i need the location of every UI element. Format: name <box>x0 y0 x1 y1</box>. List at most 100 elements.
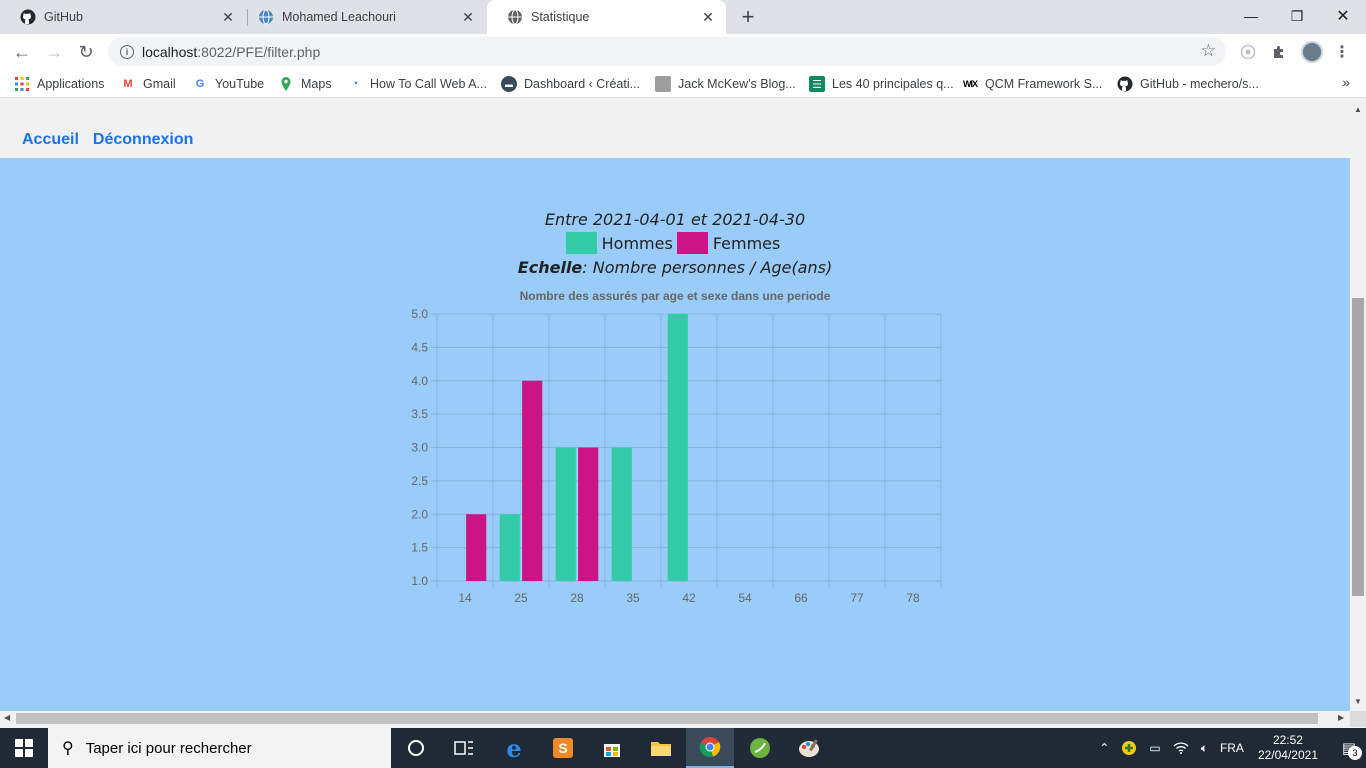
scroll-down-arrow-icon[interactable]: ▼ <box>1354 697 1362 706</box>
bar-hommes-35 <box>611 447 632 581</box>
y-tick-label: 4.5 <box>411 340 428 354</box>
cortana-icon[interactable] <box>392 728 440 768</box>
bookmark-web-api[interactable]: ◔ How To Call Web A... <box>347 74 487 94</box>
tab-statistique[interactable]: Statistique ✕ <box>487 0 726 34</box>
task-view-icon[interactable] <box>440 728 488 768</box>
new-tab-button[interactable]: + <box>736 5 760 29</box>
close-window-icon[interactable]: ✕ <box>1320 0 1366 32</box>
chrome-icon[interactable] <box>686 728 734 768</box>
page-viewport: Accueil Déconnexion Entre 2021-04-01 et … <box>0 101 1350 711</box>
github-icon <box>20 9 36 25</box>
legend-label-femmes: Femmes <box>712 233 781 253</box>
scroll-up-arrow-icon[interactable]: ▲ <box>1354 105 1362 114</box>
bookmarks-bar: Applications M Gmail G YouTube Maps ◔ Ho… <box>0 70 1366 98</box>
x-tick-label: 28 <box>570 591 584 605</box>
scroll-right-arrow-icon[interactable]: ▶ <box>1338 713 1344 722</box>
legend-label-hommes: Hommes <box>601 233 673 253</box>
bookmark-qcm[interactable]: WIX QCM Framework S... <box>962 74 1102 94</box>
horizontal-scroll-thumb[interactable] <box>16 713 1318 724</box>
update-badge-icon[interactable] <box>1121 740 1137 756</box>
close-icon[interactable]: ✕ <box>460 9 476 25</box>
puzzle-icon[interactable] <box>1268 41 1290 63</box>
wix-icon: WIX <box>963 79 978 89</box>
minimize-icon[interactable]: — <box>1228 0 1274 32</box>
forward-icon[interactable]: → <box>40 38 68 66</box>
x-tick-label: 42 <box>682 591 696 605</box>
back-icon[interactable]: ← <box>8 38 36 66</box>
sublime-text-icon[interactable]: S <box>539 728 587 768</box>
profile-avatar[interactable] <box>1301 41 1323 63</box>
address-bar[interactable]: i localhost:8022/PFE/filter.php ☆ <box>108 37 1226 66</box>
tab-mohamed[interactable]: Mohamed Leachouri ✕ <box>238 0 486 34</box>
bookmark-label: Dashboard ‹ Créati... <box>524 77 641 91</box>
browser-tab-strip: GitHub ✕ Mohamed Leachouri ✕ Statistique… <box>0 0 1366 34</box>
bookmark-maps[interactable]: Maps <box>278 74 332 94</box>
windows-start-icon[interactable] <box>0 728 48 768</box>
apps-grid-icon <box>14 76 30 92</box>
bookmark-label: GitHub - mechero/s... <box>1140 77 1259 91</box>
nav-link-accueil[interactable]: Accueil <box>22 131 79 149</box>
blog-icon <box>655 76 671 92</box>
x-tick-label: 77 <box>850 591 864 605</box>
tab-github[interactable]: GitHub ✕ <box>0 0 246 34</box>
menu-kebab-icon[interactable]: ⋮ <box>1331 41 1353 63</box>
bookmark-les-40[interactable]: ☰ Les 40 principales q... <box>809 74 954 94</box>
wifi-icon[interactable] <box>1173 741 1189 755</box>
vertical-scrollbar[interactable]: ▲ ▼ <box>1350 101 1366 711</box>
paint-icon[interactable] <box>785 728 833 768</box>
bookmark-jack-mckew[interactable]: Jack McKew's Blog... <box>655 74 796 94</box>
store-icon[interactable] <box>588 728 636 768</box>
file-explorer-icon[interactable] <box>637 728 685 768</box>
maps-icon <box>278 76 294 92</box>
close-icon[interactable]: ✕ <box>220 9 236 25</box>
github-icon <box>1117 76 1133 92</box>
clock-time: 22:52 <box>1272 733 1303 747</box>
x-tick-label: 54 <box>738 591 752 605</box>
info-icon[interactable]: i <box>120 44 134 59</box>
nav-link-deconnexion[interactable]: Déconnexion <box>93 131 193 149</box>
volume-icon[interactable]: 🔈︎ <box>1201 741 1208 756</box>
extension-icon[interactable] <box>1237 41 1259 63</box>
language-indicator[interactable]: FRA <box>1220 741 1244 755</box>
chevron-up-icon[interactable]: ⌃ <box>1099 741 1109 755</box>
period-text: Entre 2021-04-01 et 2021-04-30 <box>544 210 806 229</box>
globe-icon <box>507 9 523 25</box>
dashboard-icon: ▬ <box>501 76 517 92</box>
battery-icon[interactable]: ▭ <box>1149 741 1160 755</box>
legend-item-femmes: Femmes <box>676 232 781 254</box>
horizontal-scrollbar[interactable]: ◀ ▶ <box>0 711 1350 727</box>
scale-label: Echelle <box>517 258 583 277</box>
url-path: :8022/PFE/filter.php <box>197 43 321 60</box>
y-tick-label: 3.5 <box>411 407 428 421</box>
notification-center-icon[interactable]: ▤ 3 <box>1332 728 1366 768</box>
bar-chart: 5.0 4.5 4.0 3.5 3.0 2.5 2.0 1.5 1.0 14 25 28 35 42 54 6… <box>411 307 942 605</box>
x-tick-label: 25 <box>514 591 528 605</box>
tab-title: Statistique <box>531 10 590 24</box>
chevron-double-right-icon[interactable]: » <box>1342 74 1350 90</box>
bookmark-applications[interactable]: Applications <box>14 74 104 94</box>
bookmark-label: YouTube <box>215 77 265 91</box>
bookmark-youtube[interactable]: G YouTube <box>192 74 264 94</box>
spring-tool-icon[interactable] <box>736 728 784 768</box>
bookmark-github-mechero[interactable]: GitHub - mechero/s... <box>1117 74 1259 94</box>
bookmark-star-icon[interactable]: ☆ <box>1201 41 1216 61</box>
taskbar-search[interactable]: ⚲ Taper ici pour rechercher <box>48 728 391 768</box>
edge-icon[interactable]: e <box>490 728 538 768</box>
bookmark-gmail[interactable]: M Gmail <box>120 74 176 94</box>
x-tick-label: 66 <box>794 591 808 605</box>
vertical-scroll-thumb[interactable] <box>1352 298 1364 596</box>
reload-icon[interactable]: ↻ <box>72 38 100 66</box>
restore-icon[interactable]: ❐ <box>1274 0 1320 32</box>
bookmark-dashboard[interactable]: ▬ Dashboard ‹ Créati... <box>501 74 640 94</box>
close-icon[interactable]: ✕ <box>700 9 716 25</box>
bookmark-label: QCM Framework S... <box>985 77 1103 91</box>
bookmark-label: Gmail <box>143 77 176 91</box>
notification-count-badge: 3 <box>1348 746 1362 760</box>
windows-taskbar: ⚲ Taper ici pour rechercher e S ⌃ ▭ 🔈︎ F… <box>0 728 1366 768</box>
y-tick-label: 2.0 <box>411 507 428 521</box>
scroll-left-arrow-icon[interactable]: ◀ <box>4 713 10 722</box>
bookmark-label: How To Call Web A... <box>370 77 487 91</box>
bookmark-label: Maps <box>301 77 332 91</box>
clock[interactable]: 22:52 22/04/2021 <box>1258 733 1318 763</box>
legend-swatch-femmes <box>676 232 708 254</box>
